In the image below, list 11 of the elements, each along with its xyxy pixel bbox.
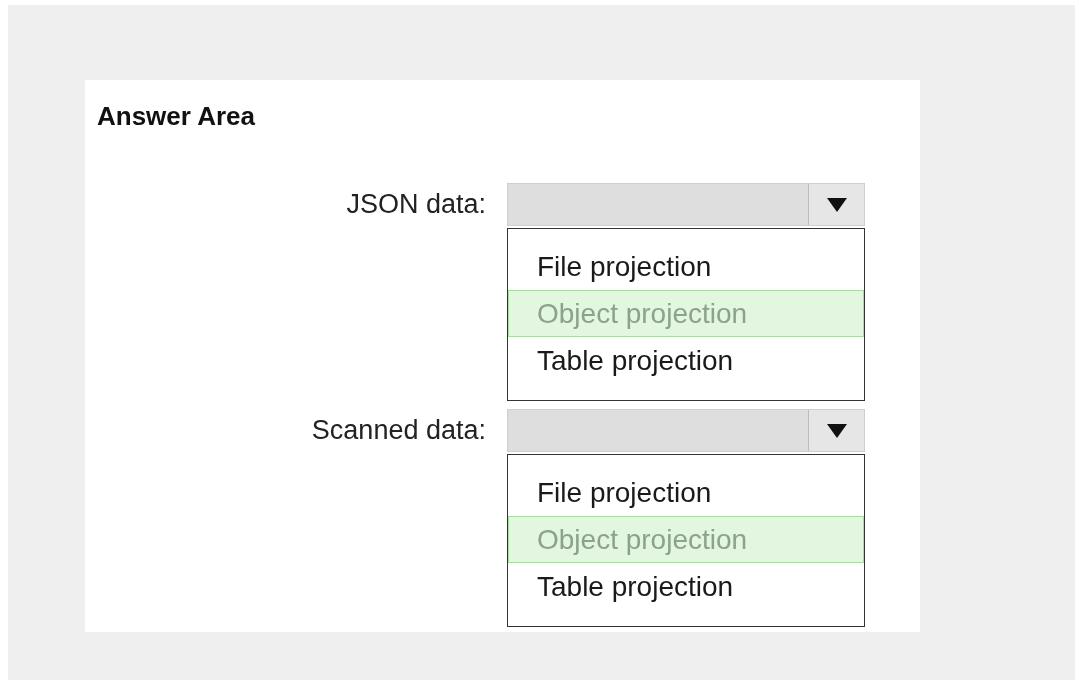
dropdown[interactable] (507, 409, 865, 452)
dropdown[interactable] (507, 183, 865, 226)
dropdown-option[interactable]: File projection (508, 243, 864, 290)
field-label: Scanned data: (311, 414, 486, 448)
dropdown-option[interactable]: Table projection (508, 337, 864, 384)
field-label: JSON data: (346, 188, 486, 222)
caret-icon (825, 422, 848, 439)
caret-icon (825, 196, 848, 213)
dropdown-option[interactable]: Table projection (508, 563, 864, 610)
dropdown-option[interactable]: File projection (508, 469, 864, 516)
answer-area-heading: Answer Area (97, 100, 255, 132)
